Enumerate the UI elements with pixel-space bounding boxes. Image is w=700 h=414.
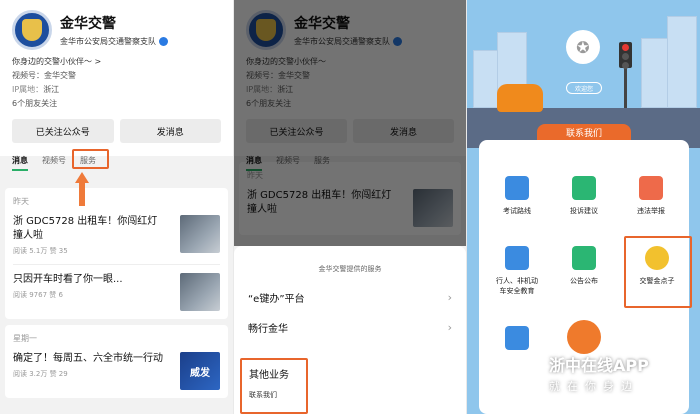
profile-header: 金华交警 金华市公安局交通警察支队 你身边的交警小伙伴～ > 视频号：金华交警 … [0,0,233,171]
service-report-violation[interactable]: 违法举报 [621,176,681,216]
day-group-2: 星期一 确定了！每周五、六全市统一行动 阅读 3.2万 赞 29 威发 [5,325,228,398]
tab-bar: 消息 视频号 服务 [12,149,221,171]
contact-us-link[interactable]: 联系我们 [249,390,306,400]
police-badge-icon [22,19,42,41]
channel-value: 金华交警 [44,71,76,80]
list-item[interactable]: 只因开车时看了你一眼... 阅读 9767 赞 6 [13,273,220,311]
building [667,16,697,108]
contact-us-page: ✪ 欢迎您 联系我们 考试路线 投诉建议 违法举报 行人、非机动车安全教育 公告… [467,0,700,414]
other-services-highlight: 其他业务 联系我们 [240,358,308,414]
tab-messages[interactable]: 消息 [12,155,28,171]
bio[interactable]: 你身边的交警小伙伴～ > [12,56,221,67]
service-complaint[interactable]: 投诉建议 [554,176,614,216]
article-title: 只因开车时看了你一眼... [13,274,123,285]
zjol-logo: ZJOL [505,354,543,392]
service-sheet-panel: 金华交警 金华市公安局交通警察支队 你身边的交警小伙伴～ 视频号：金华交警 IP… [234,0,466,414]
chevron-right-icon: > [94,57,102,66]
article-title: 确定了！每周五、六全市统一行动 [13,353,163,364]
sheet-title: 金华交警提供的服务 [318,265,382,273]
divider [13,264,220,265]
article-meta: 阅读 3.2万 赞 29 [13,370,68,378]
medal-icon: ✪ [566,30,600,64]
other-services-label: 其他业务 [249,370,289,381]
contact-us-tab[interactable]: 联系我们 [537,124,631,140]
watermark: ZJOL 浙中在线APP 就在你身边 [505,348,700,398]
channel-info[interactable]: 视频号：金华交警 [12,70,221,81]
service-label: 考试路线 [503,207,531,215]
tab-channel[interactable]: 视频号 [42,155,66,171]
article-meta: 阅读 9767 赞 6 [13,291,63,299]
article-meta: 阅读 5.1万 赞 35 [13,247,68,255]
service-label: 行人、非机动车安全教育 [496,277,538,295]
account-profile-panel: 金华交警 金华市公安局交通警察支队 你身边的交警小伙伴～ > 视频号：金华交警 … [0,0,233,414]
bio-text: 你身边的交警小伙伴～ [12,57,92,66]
traffic-pole [624,68,627,108]
service-tab-highlight [72,149,109,169]
camera-icon [639,176,663,200]
traffic-light-icon [505,326,529,350]
welcome-badge: 欢迎您 [566,82,602,94]
avatar[interactable] [12,10,52,50]
list-item[interactable]: 浙 GDC5728 出租车！你闯红灯撞人啦阅读 5.1万 赞 35 [13,215,220,256]
service-exam-route[interactable]: 考试路线 [487,176,547,216]
service-e-platform[interactable]: “e键办”平台 › [234,282,466,312]
service-label: 违法举报 [637,207,665,215]
message-button[interactable]: 发消息 [119,119,221,143]
ip-value: 浙江 [43,85,60,94]
service-label: 畅行金华 [248,323,288,335]
message-feed: 昨天 浙 GDC5728 出租车！你闯红灯撞人啦阅读 5.1万 赞 35 只因开… [0,188,233,398]
service-label: 投诉建议 [570,207,598,215]
service-announcements[interactable]: 公告公布 [554,246,614,286]
account-org: 金华市公安局交通警察支队 [60,36,168,47]
verified-icon [159,37,168,46]
ip-info: IP属地：浙江 [12,84,221,95]
org-text: 金华市公安局交通警察支队 [60,37,156,46]
article-thumbnail [180,215,220,253]
chevron-right-icon: › [447,290,452,304]
building [473,50,499,108]
clipboard-icon [572,246,596,270]
up-arrow-icon [75,172,89,206]
traffic-light-icon [619,42,632,69]
ip-label: IP属地： [12,85,44,94]
article-title: 浙 GDC5728 出租车！你闯红灯撞人啦 [13,216,158,241]
building [641,38,669,108]
list-item[interactable]: 确定了！每周五、六全市统一行动 阅读 3.2万 赞 29 威发 [13,352,220,390]
watermark-name: 浙中在线APP [549,356,649,375]
service-label: 公告公布 [570,277,598,285]
service-safety-education[interactable]: 行人、非机动车安全教育 [487,246,547,296]
service-sheet: 金华交警提供的服务 “e键办”平台 › 畅行金华 › 其他业务 联系我们 [234,246,466,414]
building-icon [505,246,529,270]
service-label: “e键办”平台 [248,293,305,305]
chevron-right-icon: › [447,320,452,334]
account-name: 金华交警 [60,16,116,32]
document-icon [572,176,596,200]
car-icon [497,84,543,112]
modal-overlay[interactable] [234,0,466,246]
golden-ideas-highlight [624,236,692,308]
day-group-1: 昨天 浙 GDC5728 出租车！你闯红灯撞人啦阅读 5.1万 赞 35 只因开… [5,188,228,319]
map-pin-icon [505,176,529,200]
service-changxing[interactable]: 畅行金华 › [234,312,466,342]
friends-following[interactable]: 6个朋友关注 [12,98,221,109]
day-label: 昨天 [13,197,29,206]
article-thumbnail [180,273,220,311]
watermark-slogan: 就在你身边 [549,380,639,393]
followed-button[interactable]: 已关注公众号 [12,119,114,143]
article-thumbnail: 威发 [180,352,220,390]
channel-label: 视频号： [12,71,44,80]
day-label: 星期一 [13,334,37,343]
